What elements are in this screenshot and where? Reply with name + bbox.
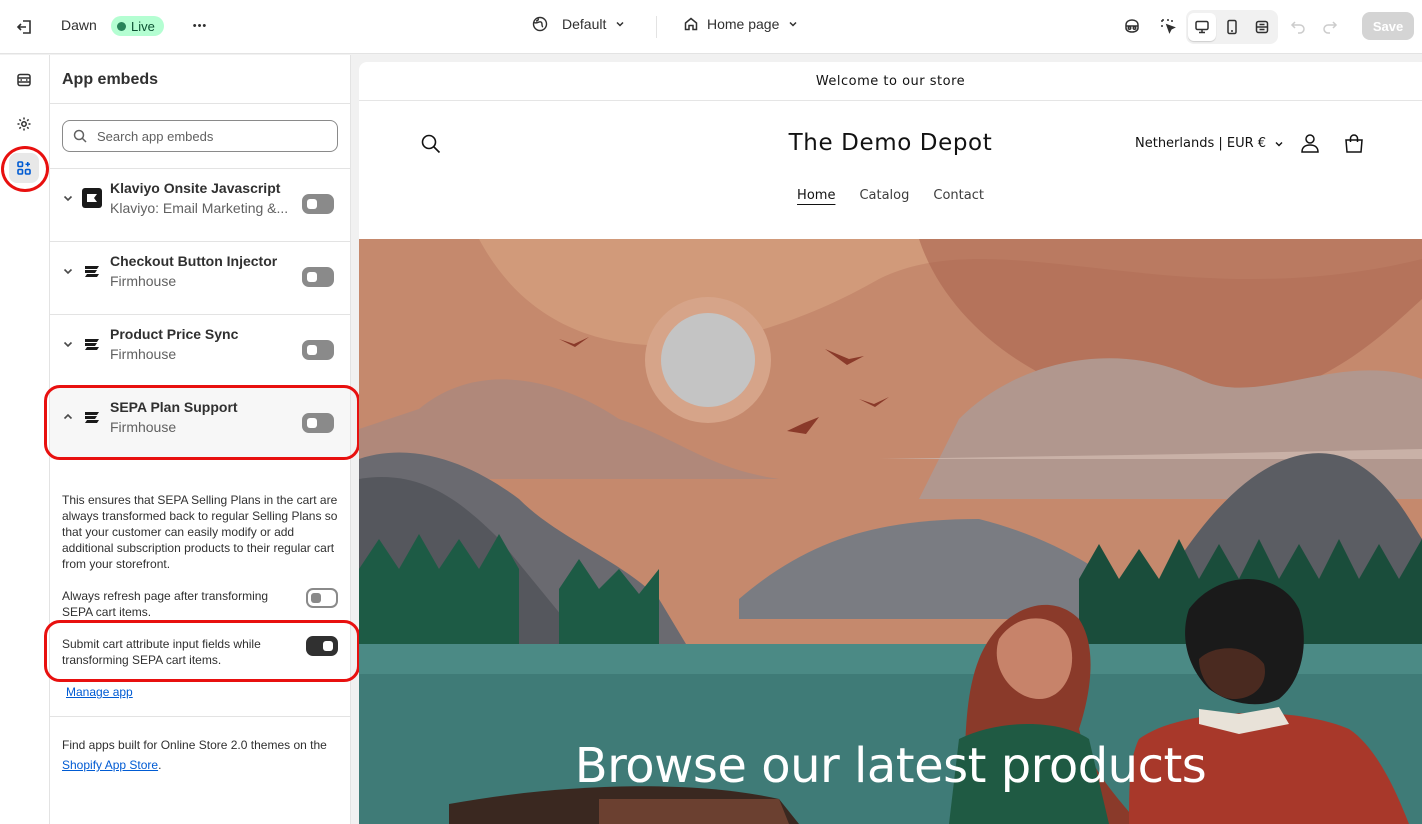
inspector-button[interactable]: [1154, 12, 1182, 40]
device-toggle-group: [1186, 10, 1278, 44]
firmhouse-logo-icon: [85, 266, 99, 277]
undo-button[interactable]: [1284, 12, 1312, 40]
search-icon: [73, 129, 87, 143]
app-store-footer: Find apps built for Online Store 2.0 the…: [62, 735, 338, 775]
embed-provider: Firmhouse: [110, 273, 177, 289]
live-dot-icon: [117, 21, 126, 31]
toggle-knob: [311, 593, 321, 603]
embed-row-klaviyo[interactable]: Klaviyo Onsite Javascript Klaviyo: Email…: [50, 168, 350, 240]
embed-name: Checkout Button Injector: [110, 253, 278, 269]
save-button[interactable]: Save: [1362, 12, 1414, 40]
footer-text: Find apps built for Online Store 2.0 the…: [62, 738, 327, 752]
sections-icon: [17, 73, 31, 87]
search-input[interactable]: [97, 128, 317, 144]
highlight-submit-cart-attributes: [44, 620, 360, 682]
manage-app-link[interactable]: Manage app: [66, 685, 133, 699]
sections-button[interactable]: [9, 65, 39, 95]
panel-title: App embeds: [62, 71, 159, 88]
fullscreen-icon: [1255, 20, 1269, 34]
mobile-icon: [1227, 19, 1237, 35]
hero-banner: Browse our latest products: [359, 239, 1422, 824]
embed-row-product-price-sync[interactable]: Product Price Sync Firmhouse: [50, 314, 350, 386]
page-selector[interactable]: Home page: [683, 16, 799, 32]
chevron-down-icon: [616, 21, 624, 27]
panel-divider: [50, 716, 350, 717]
template-selector[interactable]: Default: [532, 16, 626, 32]
redo-icon: [1323, 21, 1338, 34]
toggle-knob: [307, 272, 317, 282]
cart-icon[interactable]: [1342, 132, 1366, 156]
store-nav: Home Catalog Contact: [359, 188, 1422, 203]
footer-suffix: .: [158, 758, 162, 772]
embed-toggle[interactable]: [302, 340, 334, 360]
theme-name: Dawn: [61, 17, 97, 33]
chevron-down-icon: [789, 21, 797, 27]
klaviyo-logo-icon: [82, 188, 102, 208]
home-icon: [684, 17, 698, 31]
globe-icon: [532, 16, 548, 32]
sidekick-icon: [1125, 19, 1139, 33]
search-field: [62, 120, 338, 152]
desktop-icon: [1195, 20, 1209, 34]
locale-selector[interactable]: Netherlands | EUR €: [1135, 136, 1284, 151]
chevron-down-icon: [63, 341, 73, 348]
template-label: Default: [562, 16, 607, 32]
topbar-divider: [656, 16, 657, 38]
nav-link-home[interactable]: Home: [797, 188, 835, 203]
theme-settings-button[interactable]: [9, 109, 39, 139]
announcement-bar: Welcome to our store: [359, 62, 1422, 101]
exit-icon: [16, 20, 31, 34]
nav-link-contact[interactable]: Contact: [933, 188, 984, 203]
embed-row-checkout-button-injector[interactable]: Checkout Button Injector Firmhouse: [50, 241, 350, 313]
account-icon[interactable]: [1299, 132, 1321, 154]
fullscreen-view-button[interactable]: [1248, 13, 1276, 41]
chevron-down-icon: [1275, 141, 1283, 146]
desktop-view-button[interactable]: [1188, 13, 1216, 41]
sepa-description: This ensures that SEPA Selling Plans in …: [62, 493, 338, 571]
option-label-refresh-page: Always refresh page after transforming S…: [62, 589, 269, 619]
highlight-app-embeds-button: [1, 146, 49, 192]
storefront-preview: Welcome to our store The Demo Depot Neth…: [359, 62, 1422, 824]
embed-name: Klaviyo Onsite Javascript: [110, 180, 281, 196]
firmhouse-logo-icon: [85, 339, 99, 350]
embed-toggle[interactable]: [302, 194, 334, 214]
nav-link-catalog[interactable]: Catalog: [859, 188, 909, 203]
embed-provider: Firmhouse: [110, 346, 177, 362]
highlight-sepa-plan-support: [44, 385, 360, 460]
more-actions-button[interactable]: •••: [188, 14, 212, 38]
chevron-down-icon: [63, 195, 73, 202]
chevron-down-icon: [63, 268, 73, 275]
live-label: Live: [131, 18, 155, 34]
locale-label: Netherlands | EUR €: [1135, 136, 1267, 151]
select-pointer-icon: [1161, 19, 1176, 34]
undo-icon: [1290, 21, 1305, 34]
refresh-page-toggle[interactable]: [306, 588, 338, 608]
embed-toggle[interactable]: [302, 267, 334, 287]
redo-button[interactable]: [1316, 12, 1344, 40]
editor-topbar: Dawn Live ••• Default Home page Save: [0, 0, 1422, 54]
hero-heading: Browse our latest products: [574, 738, 1207, 794]
more-icon: •••: [192, 20, 208, 32]
live-status-badge: Live: [111, 16, 164, 36]
exit-button[interactable]: [12, 14, 38, 40]
toggle-knob: [307, 199, 317, 209]
hero-illustration: [359, 239, 1422, 824]
page-label: Home page: [707, 16, 780, 32]
embed-name: Product Price Sync: [110, 326, 239, 342]
shopify-app-store-link[interactable]: Shopify App Store: [62, 758, 158, 772]
sidekick-button[interactable]: [1118, 12, 1146, 40]
gear-icon: [17, 117, 31, 131]
embed-provider: Klaviyo: Email Marketing &...: [110, 200, 289, 216]
mobile-view-button[interactable]: [1218, 13, 1246, 41]
toggle-knob: [307, 345, 317, 355]
panel-divider: [50, 103, 350, 104]
